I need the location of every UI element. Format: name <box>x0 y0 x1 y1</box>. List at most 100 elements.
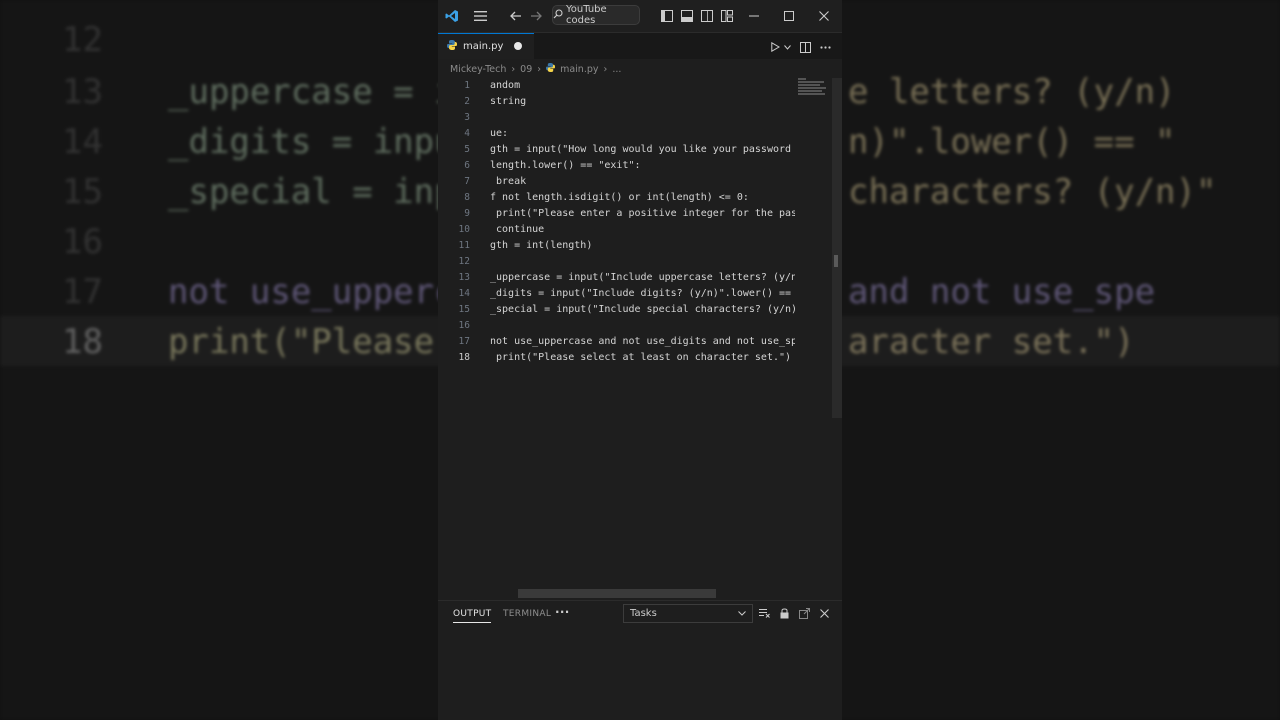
vscode-logo-icon <box>444 7 460 25</box>
tab-label: main.py <box>463 41 504 52</box>
vscode-window: YouTube codes main.py Mickey-Tech › 09 ›… <box>438 0 842 720</box>
chevron-down-icon <box>738 608 746 619</box>
close-panel-icon[interactable] <box>817 606 831 620</box>
code-line: 17 not use_uppercase and not use_digits a… <box>438 334 832 350</box>
minimap-line <box>798 81 824 83</box>
bg-code-fragment: characters? (y/n)" <box>848 172 1217 212</box>
line-number: 13 <box>458 272 470 283</box>
output-channel-select[interactable]: Tasks <box>623 604 753 623</box>
line-text: _uppercase = input("Include uppercase le… <box>490 272 795 283</box>
python-file-icon <box>447 40 457 53</box>
code-line: 10 continue <box>438 222 832 238</box>
line-number: 7 <box>464 176 470 187</box>
title-bar: YouTube codes <box>438 0 842 33</box>
breadcrumb-subfolder[interactable]: 09 <box>520 64 532 75</box>
breadcrumb-file[interactable]: main.py <box>560 64 598 75</box>
bg-code-fragment: e letters? (y/n) <box>848 72 1176 112</box>
open-in-editor-icon[interactable] <box>797 606 811 620</box>
vertical-scrollbar-thumb[interactable] <box>834 255 838 267</box>
more-actions-icon[interactable] <box>818 38 832 56</box>
bottom-panel: OUTPUT TERMINAL ··· Tasks <box>438 600 842 720</box>
line-text: _special = input("Include special charac… <box>490 304 795 315</box>
line-number: 18 <box>458 352 470 363</box>
bg-code-line: print("Please <box>168 322 455 362</box>
chevron-right-icon: › <box>511 63 516 75</box>
line-text: print("Please enter a positive integer f… <box>490 208 795 219</box>
run-icon[interactable] <box>768 38 782 56</box>
line-text: continue <box>490 224 545 235</box>
output-channel-value: Tasks <box>630 608 657 619</box>
vertical-scrollbar-track[interactable] <box>832 78 842 418</box>
minimize-icon[interactable] <box>746 7 762 25</box>
bg-code-fragment: aracter set.") <box>848 322 1135 362</box>
line-number: 1 <box>464 80 470 91</box>
maximize-icon[interactable] <box>781 7 797 25</box>
toggle-secondary-sidebar-icon[interactable] <box>699 7 715 25</box>
tab-terminal[interactable]: TERMINAL <box>503 609 551 619</box>
horizontal-scrollbar-thumb[interactable] <box>518 589 716 598</box>
code-line: 15 _special = input("Include special char… <box>438 302 832 318</box>
line-text: not use_uppercase and not use_digits and… <box>490 336 795 347</box>
line-text: string <box>490 96 527 107</box>
minimap[interactable] <box>798 78 828 108</box>
command-center-label: YouTube codes <box>566 4 607 26</box>
minimap-line <box>798 87 826 89</box>
line-number: 14 <box>458 288 470 299</box>
tab-main-py[interactable]: main.py <box>438 33 534 59</box>
bg-code-line: not use_upperca <box>168 272 476 312</box>
forward-arrow-icon[interactable] <box>528 7 544 25</box>
menu-icon[interactable] <box>471 7 489 25</box>
bg-code-line: _special = inpu <box>168 172 476 212</box>
line-number: 11 <box>458 240 470 251</box>
code-line: 2 string <box>438 94 832 110</box>
code-line: 8 f not length.isdigit() or int(length) <… <box>438 190 832 206</box>
python-file-icon <box>546 63 556 75</box>
tab-output[interactable]: OUTPUT <box>453 609 492 623</box>
code-line: 3 <box>438 110 832 126</box>
code-line: 11 gth = int(length) <box>438 238 832 254</box>
bg-line-number: 17 <box>62 272 103 312</box>
breadcrumb: Mickey-Tech › 09 › main.py › ... <box>450 62 621 76</box>
line-text: f not length.isdigit() or int(length) <=… <box>490 192 749 203</box>
back-arrow-icon[interactable] <box>508 7 524 25</box>
code-editor[interactable]: 1 andom 2 string 3 4 ue: 5 gth = input("How … <box>438 78 832 600</box>
code-line: 13 _uppercase = input("Include uppercase … <box>438 270 832 286</box>
chevron-down-icon[interactable] <box>782 38 792 56</box>
line-number: 8 <box>464 192 470 203</box>
code-line-current: 18 print("Please select at least on char… <box>438 350 832 366</box>
line-number: 12 <box>458 256 470 267</box>
bg-line-number: 15 <box>62 172 103 212</box>
code-line: 7 break <box>438 174 832 190</box>
breadcrumb-symbol[interactable]: ... <box>612 64 621 75</box>
code-line: 4 ue: <box>438 126 832 142</box>
line-number: 17 <box>458 336 470 347</box>
line-number: 6 <box>464 160 470 171</box>
clear-output-icon[interactable] <box>757 606 771 620</box>
line-number: 9 <box>464 208 470 219</box>
breadcrumb-folder[interactable]: Mickey-Tech <box>450 64 506 75</box>
minimap-line <box>798 84 820 86</box>
panel-more-icon[interactable]: ··· <box>555 605 570 619</box>
bg-line-number: 13 <box>62 72 103 112</box>
code-line: 16 <box>438 318 832 334</box>
line-number: 4 <box>464 128 470 139</box>
command-center-search[interactable]: YouTube codes <box>552 4 640 26</box>
bg-code-line: _digits = input <box>168 122 476 162</box>
minimap-line <box>798 90 822 92</box>
line-number: 3 <box>464 112 470 123</box>
line-number: 5 <box>464 144 470 155</box>
toggle-panel-icon[interactable] <box>679 7 695 25</box>
split-editor-icon[interactable] <box>798 38 812 56</box>
code-line: 5 gth = input("How long would you like yo… <box>438 142 832 158</box>
line-text: _digits = input("Include digits? (y/n)".… <box>490 288 795 299</box>
toggle-primary-sidebar-icon[interactable] <box>659 7 675 25</box>
bg-line-number: 16 <box>62 222 103 262</box>
close-icon[interactable] <box>816 7 832 25</box>
customize-layout-icon[interactable] <box>719 7 735 25</box>
line-text: print("Please select at least on charact… <box>490 352 792 363</box>
line-number: 2 <box>464 96 470 107</box>
lock-icon[interactable] <box>777 606 791 620</box>
unsaved-dot-icon[interactable] <box>514 42 522 50</box>
search-icon <box>553 8 563 22</box>
bg-code-fragment: and not use_spe <box>848 272 1156 312</box>
